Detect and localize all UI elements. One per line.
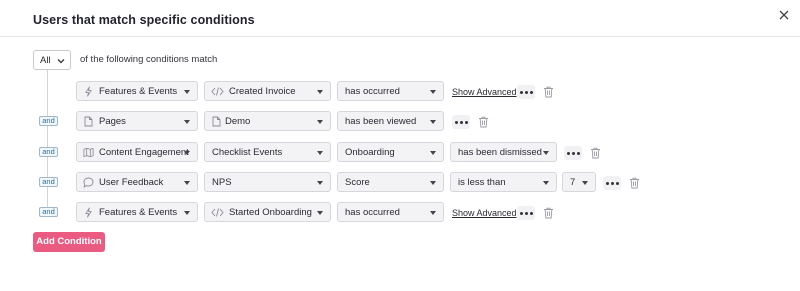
more-options-button[interactable]: [564, 146, 582, 160]
condition-item-select[interactable]: Created Invoice: [204, 81, 331, 101]
condition-subitem-value: Onboarding: [345, 147, 395, 158]
match-mode-value: All: [40, 55, 51, 66]
more-options-button[interactable]: [452, 115, 470, 129]
caret-down-icon: [430, 90, 436, 94]
caret-down-icon: [430, 181, 436, 185]
more-options-button[interactable]: [517, 85, 535, 99]
caret-down-icon: [430, 151, 436, 155]
caret-down-icon: [317, 211, 323, 215]
match-mode-select[interactable]: All: [33, 50, 71, 70]
condition-operator-select[interactable]: is less than: [450, 172, 557, 192]
trash-icon[interactable]: [543, 86, 554, 98]
condition-item-select[interactable]: Checklist Events: [204, 142, 331, 162]
caret-down-icon: [543, 151, 549, 155]
condition-type-select[interactable]: Pages: [76, 111, 198, 131]
condition-item-value: Created Invoice: [229, 86, 296, 97]
condition-tree-line: [47, 70, 48, 212]
modal-header: Users that match specific conditions: [0, 0, 800, 37]
page-icon: [212, 116, 221, 127]
chat-bubble-icon: [83, 177, 94, 188]
show-advanced-link[interactable]: Show Advanced: [452, 87, 517, 97]
caret-down-icon: [184, 120, 190, 124]
trash-icon[interactable]: [590, 147, 601, 159]
condition-type-select[interactable]: Content Engagement: [76, 142, 198, 162]
close-icon[interactable]: [777, 8, 791, 22]
match-description: of the following conditions match: [80, 54, 218, 65]
condition-operator-select[interactable]: has occurred: [337, 81, 444, 101]
condition-operator-select[interactable]: has been viewed: [337, 111, 444, 131]
condition-item-value: Started Onboarding: [229, 207, 312, 218]
caret-down-icon: [184, 90, 190, 94]
caret-down-icon: [582, 181, 588, 185]
condition-type-value: Features & Events: [99, 86, 178, 97]
map-icon: [83, 147, 94, 158]
condition-item-select[interactable]: Demo: [204, 111, 331, 131]
condition-subitem-select[interactable]: Score: [337, 172, 444, 192]
condition-type-select[interactable]: Features & Events: [76, 81, 198, 101]
caret-down-icon: [543, 181, 549, 185]
condition-operator-value: has occurred: [345, 207, 400, 218]
condition-type-value: User Feedback: [99, 177, 164, 188]
chevron-down-icon: [57, 59, 65, 64]
condition-value-select[interactable]: 7: [562, 172, 596, 192]
bolt-icon: [85, 86, 92, 97]
condition-operator-select[interactable]: has occurred: [337, 202, 444, 222]
condition-item-value: Demo: [225, 116, 251, 127]
trash-icon[interactable]: [478, 116, 489, 128]
caret-down-icon: [317, 90, 323, 94]
condition-subitem-value: Score: [345, 177, 370, 188]
condition-type-value: Features & Events: [99, 207, 178, 218]
condition-value: 7: [570, 177, 576, 188]
and-connector: and: [39, 207, 58, 217]
caret-down-icon: [184, 211, 190, 215]
condition-operator-value: is less than: [458, 177, 506, 188]
condition-subitem-select[interactable]: Onboarding: [337, 142, 444, 162]
condition-item-select[interactable]: Started Onboarding: [204, 202, 331, 222]
caret-down-icon: [317, 120, 323, 124]
condition-item-select[interactable]: NPS: [204, 172, 331, 192]
and-connector: and: [39, 177, 58, 187]
trash-icon[interactable]: [543, 207, 554, 219]
page-icon: [84, 116, 93, 127]
code-icon: [211, 87, 224, 96]
caret-down-icon: [430, 120, 436, 124]
condition-operator-value: has occurred: [345, 86, 400, 97]
code-icon: [211, 208, 224, 217]
caret-down-icon: [317, 181, 323, 185]
condition-type-select[interactable]: User Feedback: [76, 172, 198, 192]
condition-operator-value: has been viewed: [345, 116, 417, 127]
and-connector: and: [39, 147, 58, 157]
caret-down-icon: [184, 151, 190, 155]
condition-item-value: NPS: [212, 177, 232, 188]
bolt-icon: [85, 207, 92, 218]
condition-type-select[interactable]: Features & Events: [76, 202, 198, 222]
show-advanced-link[interactable]: Show Advanced: [452, 208, 517, 218]
condition-operator-select[interactable]: has been dismissed: [450, 142, 557, 162]
caret-down-icon: [184, 181, 190, 185]
and-connector: and: [39, 116, 58, 126]
more-options-button[interactable]: [603, 176, 621, 190]
caret-down-icon: [317, 151, 323, 155]
more-options-button[interactable]: [517, 206, 535, 220]
condition-type-value: Content Engagement: [99, 147, 189, 158]
condition-type-value: Pages: [99, 116, 126, 127]
condition-operator-value: has been dismissed: [458, 147, 542, 158]
modal-title: Users that match specific conditions: [33, 13, 255, 27]
condition-item-value: Checklist Events: [212, 147, 283, 158]
add-condition-button[interactable]: Add Condition: [33, 232, 105, 252]
trash-icon[interactable]: [629, 177, 640, 189]
caret-down-icon: [430, 211, 436, 215]
